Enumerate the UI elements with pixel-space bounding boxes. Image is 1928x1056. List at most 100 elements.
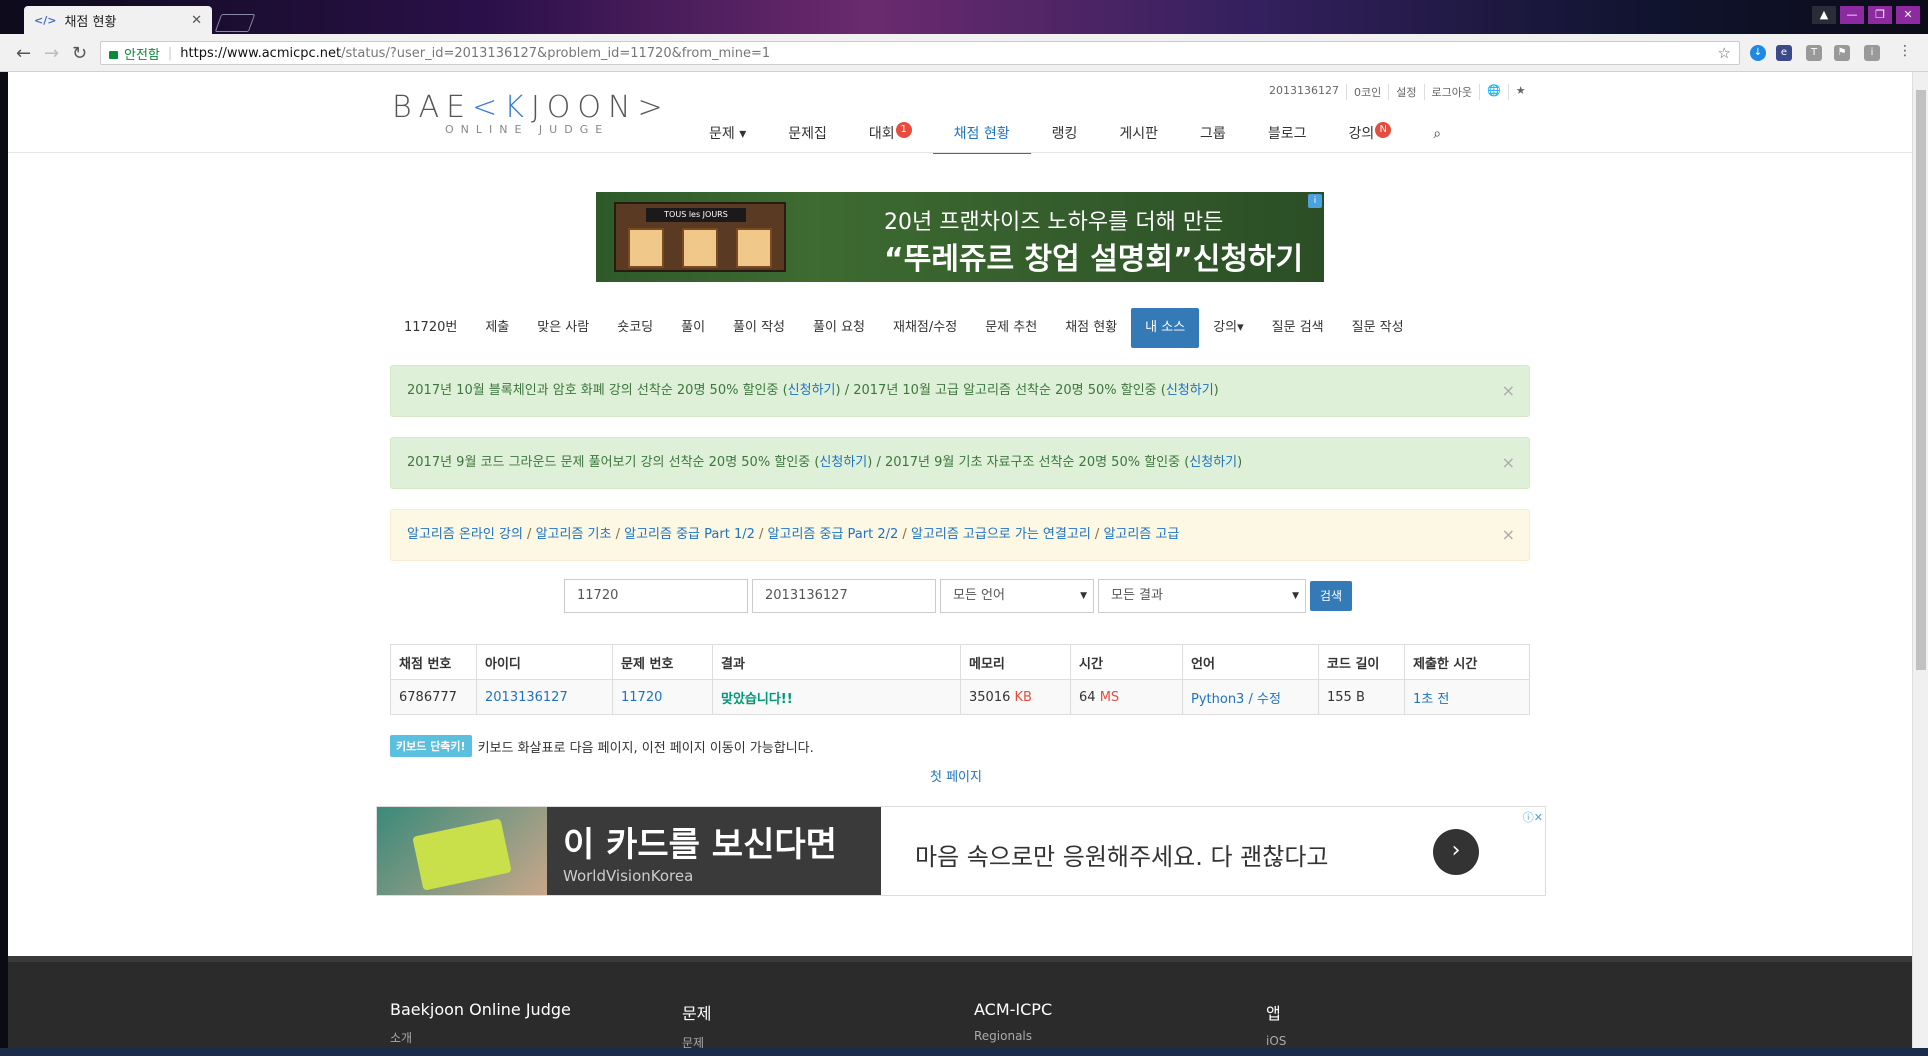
top-ad-banner[interactable]: TOUS les JOURS 20년 프랜차이즈 노하우를 더해 만든 “뚜레쥬…: [596, 192, 1324, 282]
tab-close-icon[interactable]: ✕: [191, 13, 202, 28]
search-icon[interactable]: ⌕: [1412, 114, 1462, 154]
problem-link[interactable]: 11720: [621, 690, 662, 705]
alert-close-icon[interactable]: ×: [1502, 438, 1515, 488]
subnav-lecture[interactable]: 강의▾: [1199, 308, 1257, 348]
nav-problems[interactable]: 문제 ▾: [688, 114, 767, 154]
lecture-link-mid1[interactable]: 알고리즘 중급 Part 1/2: [624, 527, 755, 542]
subnav-recommend[interactable]: 문제 추천: [971, 308, 1051, 348]
subnav-rejudge[interactable]: 재채점/수정: [879, 308, 971, 348]
lecture-link-bridge[interactable]: 알고리즘 고급으로 가는 연결고리: [911, 527, 1091, 542]
user-id-input[interactable]: 2013136127: [752, 579, 936, 613]
lecture-badge: N: [1375, 122, 1392, 138]
subnav-solvers[interactable]: 맞은 사람: [523, 308, 603, 348]
reload-icon[interactable]: ↻: [72, 43, 87, 64]
footer-link[interactable]: Regionals: [974, 1029, 1052, 1043]
globe-icon[interactable]: 🌐: [1480, 84, 1509, 100]
language-link[interactable]: Python3: [1191, 692, 1244, 707]
user-link[interactable]: 2013136127: [485, 690, 568, 705]
subnav-write-solution[interactable]: 풀이 작성: [719, 308, 799, 348]
adchoices-icon[interactable]: ⓘ✕: [1523, 809, 1543, 825]
new-tab-button[interactable]: [214, 14, 256, 32]
alert-close-icon[interactable]: ×: [1502, 366, 1515, 416]
apply-link[interactable]: 신청하기: [1189, 455, 1237, 470]
alert-close-icon[interactable]: ×: [1502, 510, 1515, 560]
edit-link[interactable]: 수정: [1257, 692, 1281, 707]
subnav-my-source[interactable]: 내 소스: [1131, 308, 1200, 348]
coin-link[interactable]: 0코인: [1347, 84, 1390, 100]
site-logo[interactable]: BAE<KJOON> ONLINE JUDGE: [392, 90, 670, 136]
browser-tab[interactable]: </> 채점 현황 ✕: [24, 6, 212, 34]
nav-board[interactable]: 게시판: [1098, 114, 1179, 154]
col-header: 문제 번호: [612, 644, 713, 680]
nav-status[interactable]: 채점 현황: [932, 114, 1031, 154]
subnav-question-write[interactable]: 질문 작성: [1338, 308, 1418, 348]
scrollbar-thumb[interactable]: [1916, 90, 1926, 670]
apply-link[interactable]: 신청하기: [1166, 383, 1214, 398]
subnav-question-search[interactable]: 질문 검색: [1258, 308, 1338, 348]
submitted-time-link[interactable]: 1초 전: [1413, 692, 1449, 707]
menu-icon[interactable]: ⋮: [1898, 43, 1912, 59]
nav-workbook[interactable]: 문제집: [767, 114, 848, 154]
col-header: 제출한 시간: [1404, 644, 1530, 680]
subnav-submit[interactable]: 제출: [471, 308, 523, 348]
star-icon[interactable]: ★: [1509, 84, 1533, 100]
extension-e-icon[interactable]: e: [1776, 45, 1792, 61]
lecture-link-basic[interactable]: 알고리즘 기초: [536, 527, 612, 542]
keyboard-shortcut-hint: 키보드 단축키! 키보드 화살표로 다음 페이지, 이전 페이지 이동이 가능합…: [390, 735, 814, 757]
nav-label: 문제집: [788, 126, 827, 142]
user-top-links: 2013136127 0코인 설정 로그아웃 🌐 ★: [1262, 84, 1533, 100]
first-page-link[interactable]: 첫 페이지: [930, 766, 982, 785]
subnav-request-solution[interactable]: 풀이 요청: [799, 308, 879, 348]
lecture-link-advanced[interactable]: 알고리즘 고급: [1103, 527, 1179, 542]
url-host: https://www.acmicpc.net: [180, 45, 342, 61]
close-window-button[interactable]: ✕: [1896, 6, 1920, 24]
search-button[interactable]: 검색: [1310, 581, 1353, 611]
footer-link[interactable]: iOS: [1266, 1034, 1286, 1048]
subnav-shortcoding[interactable]: 숏코딩: [603, 308, 667, 348]
bottom-ad-banner[interactable]: 이 카드를 보신다면 WorldVisionKorea 마음 속으로만 응원해주…: [376, 806, 1546, 896]
chevron-right-icon[interactable]: ›: [1433, 829, 1479, 875]
ad-brand: WorldVisionKorea: [563, 867, 694, 885]
nav-contest[interactable]: 대회 1: [848, 114, 933, 154]
profile-icon[interactable]: ▲: [1812, 6, 1836, 24]
address-bar[interactable]: 안전함 | https://www.acmicpc.net /status/?u…: [100, 41, 1740, 65]
apply-link[interactable]: 신청하기: [819, 455, 867, 470]
extension-i-icon[interactable]: i: [1864, 45, 1880, 61]
settings-link[interactable]: 설정: [1389, 84, 1425, 100]
subnav-problem-number[interactable]: 11720번: [390, 308, 471, 348]
language-separator: /: [1244, 691, 1257, 707]
footer-link[interactable]: 소개: [390, 1029, 571, 1046]
bookmark-star-icon[interactable]: ☆: [1718, 44, 1731, 62]
extension-pdf-icon[interactable]: ⚑: [1834, 45, 1850, 61]
minimize-button[interactable]: —: [1840, 6, 1864, 24]
contest-badge: 1: [895, 122, 912, 138]
ad-info-icon[interactable]: i: [1308, 194, 1322, 208]
logout-link[interactable]: 로그아웃: [1425, 84, 1480, 100]
download-extension-icon[interactable]: ↓: [1750, 45, 1766, 61]
result-select[interactable]: 모든 결과 ▼: [1098, 579, 1306, 613]
apply-link[interactable]: 신청하기: [788, 383, 836, 398]
problem-id-input[interactable]: 11720: [564, 579, 748, 613]
username-link[interactable]: 2013136127: [1262, 84, 1347, 100]
nav-label: 랭킹: [1051, 126, 1078, 142]
subnav-status[interactable]: 채점 현황: [1051, 308, 1131, 348]
extension-t-icon[interactable]: T: [1806, 45, 1822, 61]
page-scrollbar[interactable]: [1912, 72, 1928, 1056]
forward-arrow-icon[interactable]: →: [44, 43, 59, 64]
lecture-links-alert: 알고리즘 온라인 강의 / 알고리즘 기초 / 알고리즘 중급 Part 1/2…: [390, 509, 1530, 561]
table-header-row: 채점 번호 아이디 문제 번호 결과 메모리 시간 언어 코드 길이 제출한 시…: [390, 644, 1530, 680]
maximize-button[interactable]: ❐: [1868, 6, 1892, 24]
nav-blog[interactable]: 블로그: [1247, 114, 1328, 154]
lecture-link-online[interactable]: 알고리즘 온라인 강의: [407, 527, 523, 542]
nav-group[interactable]: 그룹: [1179, 114, 1247, 154]
language-select[interactable]: 모든 언어 ▼: [940, 579, 1094, 613]
nav-lecture[interactable]: 강의 N: [1327, 114, 1412, 154]
lecture-link-mid2[interactable]: 알고리즘 중급 Part 2/2: [768, 527, 899, 542]
status-table: 채점 번호 아이디 문제 번호 결과 메모리 시간 언어 코드 길이 제출한 시…: [390, 644, 1530, 715]
nav-ranking[interactable]: 랭킹: [1031, 114, 1099, 154]
subnav-solutions[interactable]: 풀이: [667, 308, 719, 348]
nav-label: 문제 ▾: [709, 126, 747, 142]
back-arrow-icon[interactable]: ←: [16, 43, 31, 64]
dropdown-arrow-icon: ▼: [1080, 591, 1087, 601]
table-row: 6786777 2013136127 11720 맞았습니다!! 35016 K…: [390, 679, 1530, 715]
